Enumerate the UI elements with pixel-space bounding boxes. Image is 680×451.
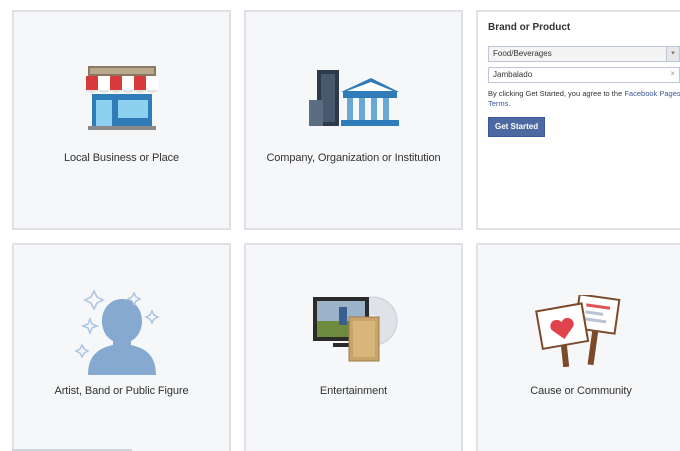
brand-name-input[interactable]: Jambalado × (488, 67, 680, 83)
page-categories-grid: Local Business or Place Company, Organiz… (0, 0, 680, 451)
brand-product-form: Brand or Product Food/Beverages ▾ Jambal… (476, 10, 680, 230)
company-label: Company, Organization or Institution (266, 152, 441, 164)
entertainment-media-icon (312, 296, 397, 362)
cause-community-label: Cause or Community (530, 385, 632, 397)
clear-icon[interactable]: × (670, 69, 675, 78)
terms-notice: By clicking Get Started, you agree to th… (488, 89, 680, 109)
company-tile[interactable]: Company, Organization or Institution (244, 10, 463, 230)
protest-signs-icon (535, 295, 621, 367)
terms-prefix: By clicking Get Started, you agree to th… (488, 89, 623, 98)
chevron-down-icon[interactable]: ▾ (666, 47, 679, 61)
get-started-button[interactable]: Get Started (488, 117, 546, 137)
category-select-value: Food/Beverages (493, 49, 552, 58)
cause-community-tile[interactable]: Cause or Community (476, 243, 680, 451)
artist-tile[interactable]: Artist, Band or Public Figure (12, 243, 231, 451)
brand-form-title: Brand or Product (488, 22, 571, 33)
public-figure-silhouette-icon (73, 289, 160, 375)
storefront-icon (85, 66, 158, 130)
terms-suffix: . (508, 99, 511, 108)
office-buildings-icon (308, 70, 399, 126)
category-select[interactable]: Food/Beverages ▾ (488, 46, 680, 62)
brand-name-value: Jambalado (493, 70, 533, 79)
entertainment-label: Entertainment (319, 385, 388, 397)
local-business-tile[interactable]: Local Business or Place (12, 10, 231, 230)
entertainment-tile[interactable]: Entertainment (244, 243, 463, 451)
local-business-label: Local Business or Place (63, 152, 180, 164)
artist-label: Artist, Band or Public Figure (54, 385, 189, 397)
